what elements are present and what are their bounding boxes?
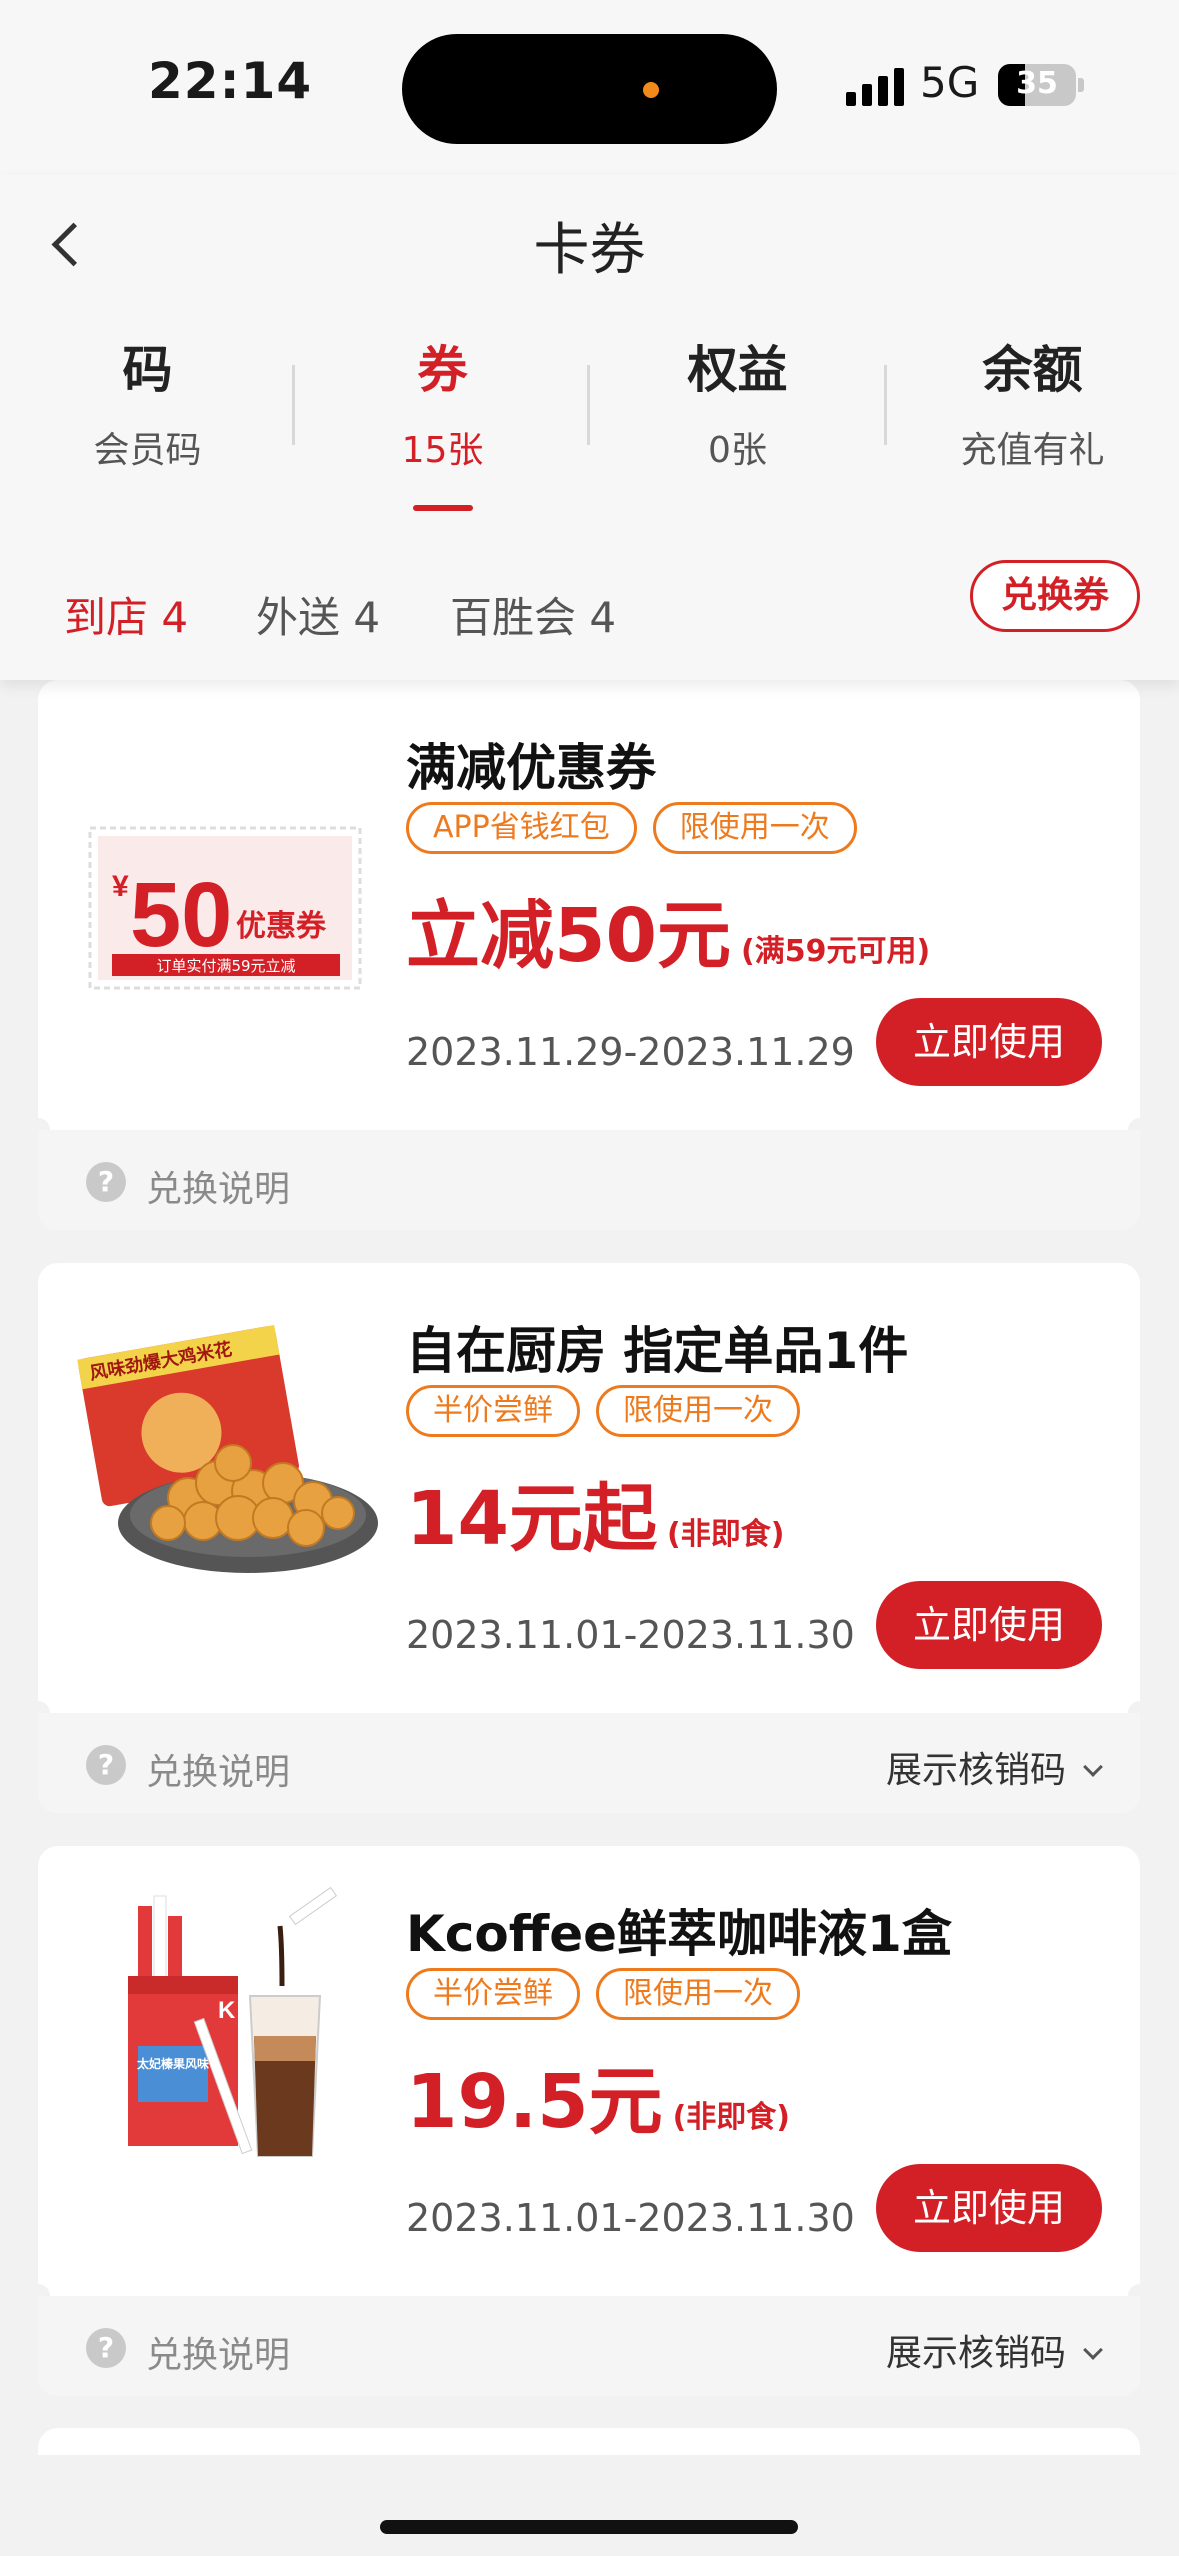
redeem-coupon-button[interactable]: 兑换券 [970,560,1140,632]
price-note: (非即食) [672,2100,791,2135]
coupon-tags: 半价尝鲜 限使用一次 [406,1385,800,1437]
price-note: (非即食) [666,1517,785,1552]
coupon-validity: 2023.11.29-2023.11.29 [406,1030,855,1074]
coupon-title: 自在厨房 指定单品1件 [406,1322,909,1380]
status-time: 22:14 [148,52,313,110]
show-verification-code-toggle[interactable]: 展示核销码 [885,1741,1103,1793]
battery-icon: 35 [998,64,1076,106]
coupon-price: 19.5元 (非即食) [406,2042,790,2149]
page-header: 卡券 码 会员码 券 15张 权益 0张 余额 充值有礼 到店 4 外送 4 百… [0,175,1179,680]
tab-subtitle: 15张 [401,430,484,471]
tab-subtitle: 充值有礼 [960,430,1105,471]
card-footer: ? 兑换说明 展示核销码 [38,2296,1140,2396]
bottom-safe-area [0,2455,1179,2556]
coffee-thumbnail: K 太妃榛果风味 [68,1886,378,2186]
use-now-button[interactable]: 立即使用 [876,998,1102,1086]
coupon-title: 满减优惠券 [406,739,656,797]
coupon-tags: 半价尝鲜 限使用一次 [406,1968,800,2020]
thumb-label: 优惠券 [236,909,327,944]
coupon-tag: 限使用一次 [596,1385,800,1437]
coffee-product-image: K 太妃榛果风味 [128,1886,338,2157]
card-footer: ? 兑换说明 [38,1130,1140,1230]
coupon-validity: 2023.11.01-2023.11.30 [406,1613,855,1657]
coupon-tag: 半价尝鲜 [406,1968,580,2020]
tab-title: 权益 [687,341,788,399]
price-value: 立减50元 [406,893,731,979]
box-flavor-label: 太妃榛果风味 [137,2056,209,2071]
dynamic-island [402,34,777,144]
coupon-tag: APP省钱红包 [406,802,637,854]
tab-member-code[interactable]: 码 会员码 [0,335,295,473]
verify-label: 展示核销码 [885,2333,1066,2374]
price-note: (满59元可用) [740,934,931,969]
coupon-title: Kcoffee鲜萃咖啡液1盒 [406,1905,952,1963]
battery-percent: 35 [1016,66,1058,101]
home-indicator[interactable] [380,2520,798,2534]
tab-subtitle: 会员码 [93,430,202,471]
card-footer: ? 兑换说明 展示核销码 [38,1713,1140,1813]
network-type: 5G [920,58,980,107]
page-title: 卡券 [533,218,646,283]
top-tabs: 码 会员码 券 15张 权益 0张 余额 充值有礼 [0,335,1179,511]
price-value: 19.5元 [406,2059,663,2145]
box-logo: K [218,1997,236,2024]
thumb-currency: ¥ [112,870,129,903]
subtab-in-store[interactable]: 到店 4 [64,584,188,645]
cellular-signal-icon [846,68,904,106]
use-now-button[interactable]: 立即使用 [876,1581,1102,1669]
coupon-price: 立减50元 (满59元可用) [406,876,930,983]
coupon-card: ¥ 50 优惠券 订单实付满59元立减 满减优惠券 APP省钱红包 限使用一次 … [38,680,1140,1230]
redeem-instructions-link[interactable]: 兑换说明 [146,1160,290,1212]
coupon-tag: 限使用一次 [652,802,857,854]
question-icon[interactable]: ? [86,1162,126,1202]
show-verification-code-toggle[interactable]: 展示核销码 [885,2324,1103,2376]
coupon-tag: 半价尝鲜 [406,1385,580,1437]
tab-coupons[interactable]: 券 15张 [295,335,590,511]
tab-balance[interactable]: 余额 充值有礼 [885,335,1179,473]
tab-subtitle: 0张 [708,430,767,471]
tab-title: 余额 [982,341,1083,399]
tab-title: 码 [122,341,173,399]
chevron-down-icon [1083,1757,1103,1777]
tab-title: 券 [417,341,468,399]
use-now-button[interactable]: 立即使用 [876,2164,1102,2252]
popcorn-chicken-image: 风味劲爆大鸡米花 [77,1324,378,1573]
coupon-validity: 2023.11.01-2023.11.30 [406,2196,855,2240]
coupon-voucher-image: ¥ 50 优惠券 订单实付满59元立减 [88,826,362,990]
subtab-yum-club[interactable]: 百胜会 4 [450,584,616,645]
coupon-card: K 太妃榛果风味 Kcoffee鲜萃咖啡液1盒 半价尝鲜 限使用一次 19.5元… [38,1846,1140,2396]
chevron-down-icon [1083,2340,1103,2360]
redeem-instructions-link[interactable]: 兑换说明 [146,1743,290,1795]
coupon-tags: APP省钱红包 限使用一次 [406,802,857,854]
sub-tabs: 到店 4 外送 4 百胜会 4 兑换券 [0,560,1179,660]
thumb-caption: 订单实付满59元立减 [156,957,295,975]
coupon-tag: 限使用一次 [596,1968,800,2020]
battery-cap [1078,78,1084,92]
redeem-instructions-link[interactable]: 兑换说明 [146,2326,290,2378]
privacy-indicator-dot [643,82,659,98]
popcorn-chicken-thumbnail: 风味劲爆大鸡米花 [68,1323,378,1583]
question-icon[interactable]: ? [86,1745,126,1785]
tab-benefits[interactable]: 权益 0张 [590,335,885,473]
coupon-price: 14元起 (非即食) [406,1459,784,1566]
question-icon[interactable]: ? [86,2328,126,2368]
coupon-50-thumbnail: ¥ 50 优惠券 订单实付满59元立减 [68,800,378,1030]
active-tab-indicator [413,505,473,511]
price-value: 14元起 [406,1476,657,1562]
thumb-amount: 50 [130,864,232,966]
status-bar: 22:14 5G 35 [0,0,1179,175]
subtab-delivery[interactable]: 外送 4 [256,584,380,645]
coupon-card: 风味劲爆大鸡米花 自在厨房 指定单品1件 半价尝鲜 限使用一次 14元起 (非即食… [38,1263,1140,1813]
verify-label: 展示核销码 [885,1750,1066,1791]
